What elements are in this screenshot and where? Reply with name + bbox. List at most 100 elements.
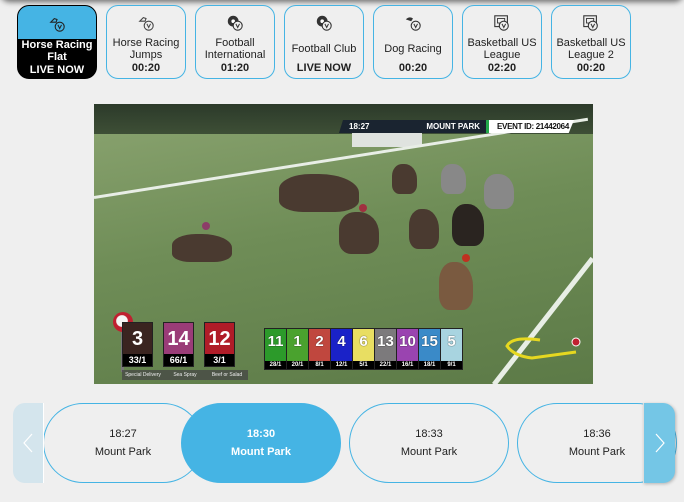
jockey-silk-icon: 14 66/1 [163,322,194,367]
category-name: Dog Racing [384,43,442,55]
basketball-icon [494,15,509,31]
runner-number: 2 [315,333,324,350]
video-horse [452,204,484,246]
race-item[interactable]: 18:33 Mount Park [349,403,509,483]
dog-racing-icon [405,17,421,31]
category-time: 00:20 [398,62,428,74]
race-time: 18:36 [583,428,611,440]
runner-number: 5 [447,333,456,350]
video-horse [392,164,417,194]
runner-odds: 28/1 [265,361,286,369]
runner-odds: 5/1 [353,361,374,369]
runner-card: 2 8/1 [309,329,330,369]
basketball-icon [583,15,598,31]
leader-card: 14 66/1 [163,322,194,367]
runner-odds: 22/1 [375,361,396,369]
leader-name: Special Delivery [125,372,161,378]
category-horse-racing-flat[interactable]: Horse Racing Flat LIVE NOW [17,5,97,79]
runner-card: 10 16/1 [397,329,418,369]
video-jockey [462,254,470,262]
runners-panel: 11 28/1 1 20/1 2 8/1 4 12/1 6 5/1 13 22/1 10 16… [264,328,463,370]
runner-number: 13 [377,333,394,350]
runner-odds: 18/1 [419,361,440,369]
race-carousel: 18:27 Mount Park 18:30 Mount Park 18:33 … [13,403,677,483]
runner-card: 6 5/1 [353,329,374,369]
video-venue: MOUNT PARK [426,122,480,131]
video-horse [409,209,439,249]
category-name: Football Club [291,43,357,55]
leader-number: 14 [167,328,190,350]
horse-racing-icon [138,16,154,31]
race-item-selected[interactable]: 18:30 Mount Park [181,403,341,483]
race-video-player[interactable]: 18:27 MOUNT PARK EVENT ID: 21442064 3 33… [94,104,593,384]
horse-racing-icon [49,18,65,33]
video-horse [172,234,232,262]
category-name: Basketball US League [467,37,537,61]
leaders-names: Special Delivery Sea Spray Beef or Salad [122,370,248,380]
category-time: 00:20 [576,62,606,74]
leader-odds: 33/1 [123,354,152,366]
leader-card: 3 33/1 [122,322,153,367]
category-time: 01:20 [220,62,250,74]
category-time: LIVE NOW [296,62,352,74]
race-time: 18:27 [109,428,137,440]
race-venue: Mount Park [94,446,152,458]
category-time: 00:20 [131,62,161,74]
category-horse-racing-jumps[interactable]: Horse Racing Jumps 00:20 [106,5,186,79]
runner-card: 4 12/1 [331,329,352,369]
runner-odds: 8/1 [309,361,330,369]
category-basketball-us-league-2[interactable]: Basketball US League 2 00:20 [551,5,631,79]
video-horse [439,262,473,310]
runner-number: 11 [267,333,284,350]
chevron-left-icon [23,433,33,453]
runner-number: 10 [399,333,416,350]
category-time: 02:20 [487,62,517,74]
category-name: Basketball US League 2 [556,37,626,61]
race-time: 18:30 [246,428,276,440]
category-time: LIVE NOW [29,64,85,77]
video-horse [279,174,359,212]
chevron-right-icon [655,433,665,453]
runner-card: 13 22/1 [375,329,396,369]
race-venue: Mount Park [231,446,291,458]
video-jockey [359,204,367,212]
carousel-prev-button[interactable] [13,403,44,483]
leader-number: 12 [208,328,231,350]
video-horse [484,174,514,209]
runner-odds: 9/1 [441,361,462,369]
leader-name: Sea Spray [173,372,197,378]
category-name: Football International [204,37,266,61]
video-info-bar: 18:27 MOUNT PARK EVENT ID: 21442064 [339,120,574,133]
leader-number: 3 [131,328,144,350]
race-time: 18:33 [415,428,443,440]
carousel-next-button[interactable] [643,403,675,483]
video-event-id: EVENT ID: 21442064 [497,122,569,131]
category-basketball-us-league[interactable]: Basketball US League 02:20 [462,5,542,79]
leaders-panel: 3 33/1 14 66/1 12 3/1 [122,322,235,367]
runner-card: 15 18/1 [419,329,440,369]
race-venue: Mount Park [568,446,626,458]
runner-card: 11 28/1 [265,329,286,369]
category-football-club[interactable]: Football Club LIVE NOW [284,5,364,79]
runner-odds: 12/1 [331,361,352,369]
race-venue: Mount Park [400,446,458,458]
football-icon [316,15,332,31]
category-football-international[interactable]: Football International 01:20 [195,5,275,79]
leader-odds: 66/1 [164,354,193,366]
race-item[interactable]: 18:27 Mount Park [43,403,203,483]
runner-number: 1 [293,333,302,350]
jockey-silk-icon: 3 33/1 [122,322,153,367]
runner-number: 6 [359,333,368,350]
category-dog-racing[interactable]: Dog Racing 00:20 [373,5,453,79]
runner-number: 15 [421,333,438,350]
leader-name: Beef or Salad [211,372,243,378]
video-jockey [202,222,210,230]
runner-number: 4 [337,333,346,350]
category-bar: Horse Racing Flat LIVE NOW Horse Racing … [17,5,631,79]
leader-card: 12 3/1 [204,322,235,367]
jockey-silk-icon: 12 3/1 [204,322,235,367]
video-horse [441,164,466,194]
track-minimap-icon [505,337,581,360]
runner-card: 1 20/1 [287,329,308,369]
category-name: Horse Racing Jumps [112,37,180,61]
